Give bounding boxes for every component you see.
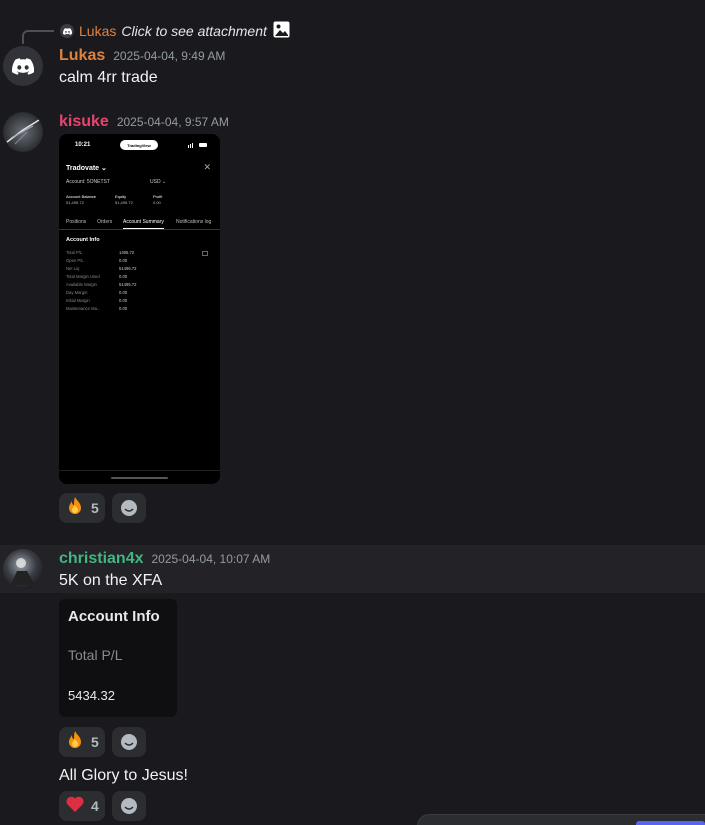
- message-text: 5K on the XFA: [59, 572, 163, 589]
- image-icon: [273, 21, 290, 41]
- author-label[interactable]: Lukas: [59, 47, 105, 64]
- fire-emoji-icon: [65, 496, 85, 521]
- phone-account: Account: 5ONETST: [66, 179, 110, 185]
- phone-tabs: Positions Orders Account Summary Notific…: [59, 216, 220, 230]
- phone-row-label: Open P/L: [66, 258, 84, 263]
- phone-row-label: Available Margin: [66, 282, 97, 287]
- phone-row-value: 0.00: [119, 298, 128, 303]
- phone-row-value: 0.00: [119, 306, 128, 311]
- phone-home-indicator: [111, 477, 168, 479]
- phone-stat-value: 51,495.72: [66, 200, 84, 205]
- phone-close-icon: ✕: [203, 162, 211, 172]
- phone-app-pill: TradingView: [120, 140, 158, 150]
- phone-row-label: Net Liq: [66, 266, 80, 271]
- card-value: 5434.32: [68, 688, 115, 703]
- author-label[interactable]: christian4x: [59, 550, 143, 567]
- add-reaction-button[interactable]: [112, 493, 146, 523]
- message-christian4x: christian4x 2025-04-04, 10:07 AM 5K on th…: [0, 549, 705, 589]
- message-lukas: Lukas 2025-04-04, 9:49 AM calm 4rr trade: [0, 46, 705, 96]
- phone-row: Maintenance Ma... 0.00: [66, 306, 216, 313]
- phone-status-bar: 10:21 TradingView: [59, 140, 220, 152]
- phone-row: Day Margin 0.00: [66, 290, 216, 297]
- phone-row-value: 51496.72: [119, 266, 137, 271]
- red-heart-emoji-icon: [65, 794, 85, 819]
- reaction-heart[interactable]: 4: [59, 791, 105, 821]
- phone-row: Available Margin 51495.72: [66, 282, 216, 289]
- message-kisuke: kisuke 2025-04-04, 9:57 AM: [0, 112, 705, 152]
- reaction-fire[interactable]: 5: [59, 493, 105, 523]
- phone-stat: Profit 0.00: [153, 194, 162, 206]
- phone-divider: [59, 470, 220, 471]
- phone-title: Tradovate ⌄: [66, 165, 107, 172]
- phone-row-label: Maintenance Ma...: [66, 306, 101, 311]
- add-reaction-button[interactable]: [112, 727, 146, 757]
- discord-logo-icon: [12, 57, 34, 75]
- author-label[interactable]: kisuke: [59, 113, 109, 130]
- phone-row-label: Total Margin Used: [66, 274, 100, 279]
- reaction-count: 4: [91, 798, 99, 814]
- bottom-accent-button[interactable]: [636, 821, 705, 825]
- phone-row: Total P/L 1495.72: [66, 250, 216, 257]
- phone-row-label: Total P/L: [66, 250, 83, 255]
- phone-stat: Equity 51,495.72: [115, 194, 133, 206]
- phone-section-title: Account Info: [66, 237, 100, 243]
- message-text: calm 4rr trade: [59, 69, 158, 86]
- phone-status-time: 10:21: [75, 142, 91, 148]
- phone-stat: Account Balance 51,495.72: [66, 194, 96, 206]
- phone-row-value: 1495.72: [119, 250, 135, 255]
- reply-connector: [22, 30, 54, 44]
- author-name[interactable]: Lukas 2025-04-04, 9:49 AM: [59, 47, 225, 65]
- message-text: All Glory to Jesus!: [59, 767, 188, 784]
- attachment-account-card[interactable]: Account Info Total P/L 5434.32: [59, 599, 177, 717]
- fire-emoji-icon: [65, 730, 85, 755]
- phone-stat-value: 51,495.72: [115, 200, 133, 205]
- reaction-count: 5: [91, 734, 99, 750]
- author-name[interactable]: christian4x 2025-04-04, 10:07 AM: [59, 550, 270, 568]
- author-name[interactable]: kisuke 2025-04-04, 9:57 AM: [59, 113, 229, 131]
- avatar[interactable]: [3, 549, 43, 589]
- phone-title-text: Tradovate: [66, 165, 100, 172]
- phone-tab-account-summary: Account Summary: [123, 219, 164, 229]
- discord-mini-avatar-icon: [60, 24, 74, 38]
- attachment-screenshot[interactable]: 10:21 TradingView Tradovate ⌄ ✕ Account:…: [59, 134, 220, 484]
- phone-row-label: Day Margin: [66, 290, 88, 295]
- phone-tab-orders: Orders: [97, 219, 113, 225]
- phone-signal-icons: [188, 142, 208, 148]
- phone-row-value: 0.00: [119, 258, 128, 263]
- reaction-fire[interactable]: 5: [59, 727, 105, 757]
- phone-row-value: 0.00: [119, 274, 128, 279]
- add-reaction-button[interactable]: [112, 791, 146, 821]
- reply-author[interactable]: Lukas: [79, 23, 116, 39]
- phone-currency-text: USD: [150, 179, 161, 185]
- phone-row-value: 0.00: [119, 290, 128, 295]
- phone-row: Open P/L 0.00: [66, 258, 216, 265]
- reply-reference[interactable]: Lukas Click to see attachment: [60, 21, 290, 41]
- smiley-icon: [121, 798, 137, 814]
- timestamp: 2025-04-04, 9:57 AM: [116, 115, 229, 129]
- phone-row: Total Margin Used 0.00: [66, 274, 216, 281]
- smiley-icon: [121, 500, 137, 516]
- phone-row-value: 51495.72: [119, 282, 137, 287]
- card-title: Account Info: [68, 608, 160, 625]
- timestamp: 2025-04-04, 10:07 AM: [151, 552, 271, 566]
- phone-stat-value: 0.00: [153, 200, 161, 205]
- phone-row-label: Initial Margin: [66, 298, 90, 303]
- card-label: Total P/L: [68, 647, 123, 663]
- phone-tab-notifications: Notifications log: [176, 219, 212, 225]
- smiley-icon: [121, 734, 137, 750]
- timestamp: 2025-04-04, 9:49 AM: [113, 49, 226, 63]
- phone-tab-positions: Positions: [66, 219, 87, 225]
- avatar[interactable]: [3, 46, 43, 86]
- reaction-count: 5: [91, 500, 99, 516]
- phone-currency: USD ⌄: [150, 179, 167, 185]
- phone-row: Net Liq 51496.72: [66, 266, 216, 273]
- phone-row: Initial Margin 0.00: [66, 298, 216, 305]
- reply-text[interactable]: Click to see attachment: [121, 23, 267, 39]
- avatar[interactable]: [3, 112, 43, 152]
